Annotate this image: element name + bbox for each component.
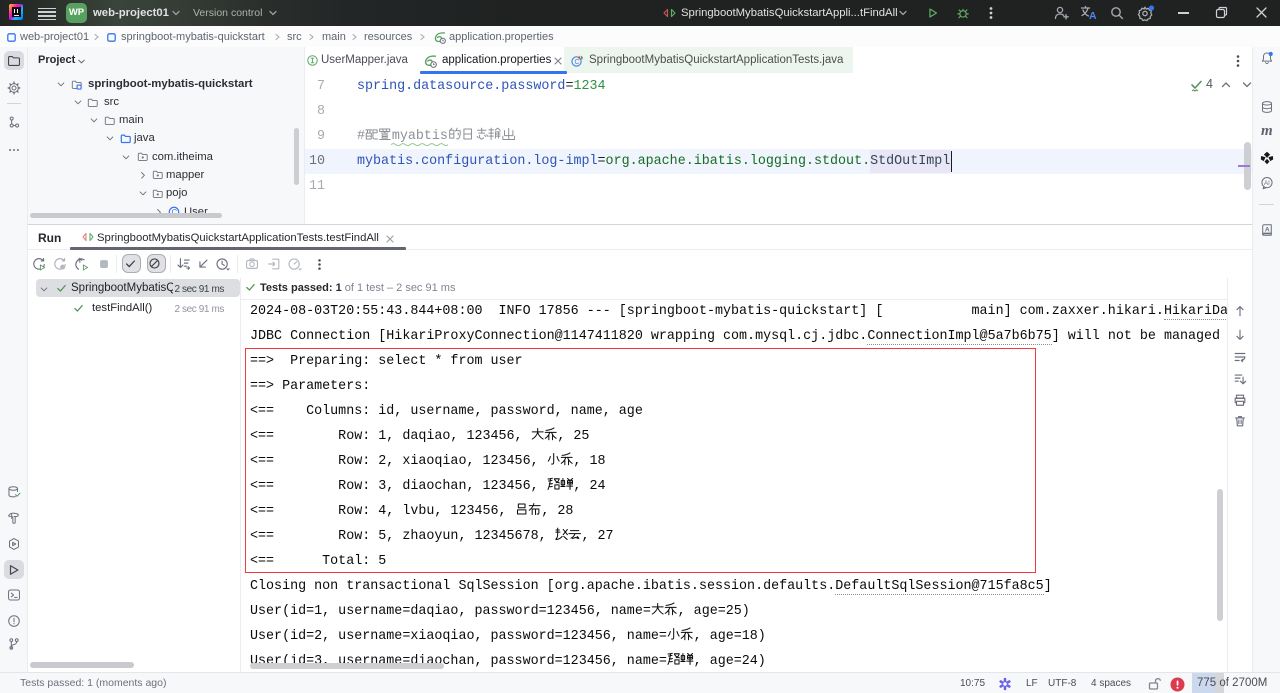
svg-text:A: A bbox=[1265, 227, 1270, 234]
svg-text:A: A bbox=[1089, 10, 1097, 21]
svg-text:AI: AI bbox=[1264, 180, 1270, 187]
svg-text:C: C bbox=[575, 59, 580, 66]
